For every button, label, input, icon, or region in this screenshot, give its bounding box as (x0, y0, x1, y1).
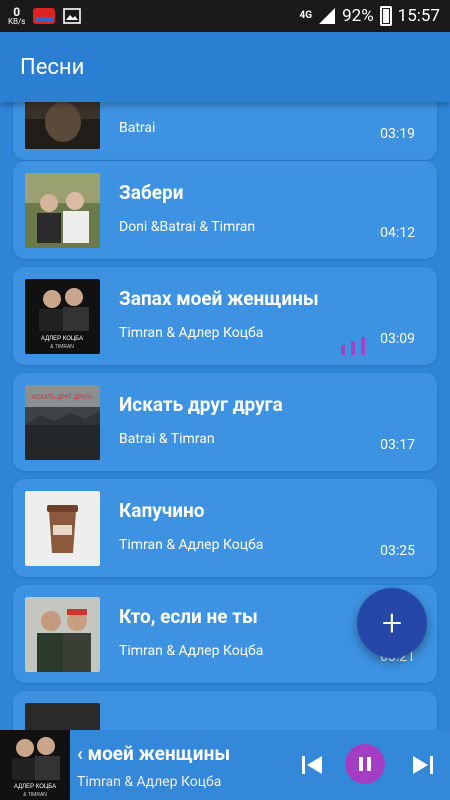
equalizer-icon (341, 337, 365, 355)
list-item[interactable] (13, 691, 437, 730)
clock: 15:57 (397, 6, 440, 26)
song-title: Забери (119, 181, 184, 204)
song-title: Запах моей женщины (119, 287, 319, 310)
battery-icon (379, 6, 392, 26)
pause-button[interactable] (345, 744, 385, 784)
song-title: Капучино (119, 499, 205, 522)
album-art: ИСКАТЬ ДРУГ ДРУГА (25, 385, 100, 460)
notification-icon (33, 8, 56, 24)
song-artist: Timran & Адлер Коцба (119, 325, 264, 341)
svg-text:АДЛЕР КОЦБА: АДЛЕР КОЦБА (41, 336, 83, 342)
player-artist: Timran & Адлер Коцба (77, 774, 222, 790)
skip-previous-icon (302, 756, 322, 774)
album-art (25, 703, 100, 730)
net-speed: 0 KB/s (8, 5, 26, 26)
player-album-art: АДЛЕР КОЦБА & TIMRAN (0, 730, 70, 800)
next-button[interactable] (405, 747, 441, 783)
song-duration: 03:17 (380, 437, 415, 453)
list-item[interactable]: ИСКАТЬ ДРУГ ДРУГА Искать друг друга Batr… (13, 373, 437, 471)
album-art (25, 491, 100, 566)
image-icon (63, 8, 82, 24)
song-title: Искать друг друга (119, 393, 283, 416)
song-duration: 04:12 (380, 225, 415, 241)
list-item[interactable]: Batrai 03:19 (13, 102, 437, 160)
pause-icon (359, 757, 371, 771)
add-button[interactable]: + (357, 588, 427, 658)
song-artist: Batrai & Timran (119, 431, 215, 447)
album-art (25, 173, 100, 248)
svg-text:& TIMRAN: & TIMRAN (50, 344, 74, 350)
network-type: 4G (299, 10, 313, 21)
svg-text:ИСКАТЬ ДРУГ ДРУГА: ИСКАТЬ ДРУГ ДРУГА (32, 395, 92, 401)
list-item[interactable]: Забери Doni &Batrai & Timran 04:12 (13, 161, 437, 259)
song-artist: Timran & Адлер Коцба (119, 643, 264, 659)
album-art (25, 597, 100, 672)
battery-percent: 92% (342, 6, 374, 26)
svg-text:& TIMRAN: & TIMRAN (23, 792, 47, 798)
mini-player[interactable]: АДЛЕР КОЦБА & TIMRAN ‹ моей женщины Timr… (0, 730, 450, 800)
song-duration: 03:25 (380, 543, 415, 559)
status-bar: 0 KB/s 4G 92% 15:57 (0, 0, 450, 32)
song-duration: 03:19 (380, 126, 415, 142)
album-art: АДЛЕР КОЦБА & TIMRAN (25, 279, 100, 354)
album-art (25, 102, 100, 149)
list-item[interactable]: Капучино Timran & Адлер Коцба 03:25 (13, 479, 437, 577)
plus-icon: + (381, 602, 403, 644)
svg-text:АДЛЕР КОЦБА: АДЛЕР КОЦБА (14, 784, 56, 790)
song-artist: Batrai (119, 120, 156, 136)
page-title: Песни (20, 54, 85, 80)
signal-icon (319, 8, 336, 24)
list-item[interactable]: АДЛЕР КОЦБА & TIMRAN Запах моей женщины … (13, 267, 437, 365)
app-bar: Песни (0, 32, 450, 102)
player-title: ‹ моей женщины (77, 742, 231, 765)
song-artist: Timran & Адлер Коцба (119, 537, 264, 553)
song-title: Кто, если не ты (119, 605, 258, 628)
previous-button[interactable] (294, 747, 330, 783)
song-artist: Doni &Batrai & Timran (119, 219, 256, 235)
skip-next-icon (413, 756, 433, 774)
song-duration: 03:09 (380, 331, 415, 347)
